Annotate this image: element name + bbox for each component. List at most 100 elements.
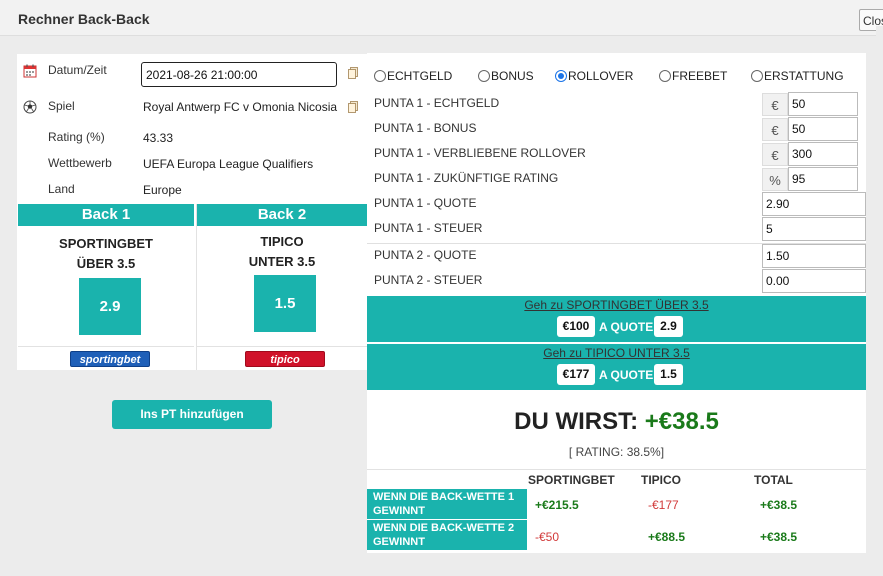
radio-circle-icon[interactable] (751, 70, 763, 82)
back2-tipico-value: +€88.5 (648, 530, 686, 544)
punta2-steuer-input[interactable] (762, 269, 866, 293)
sportingbet-logo[interactable]: sportingbet (70, 351, 150, 367)
match-value: Royal Antwerp FC v Omonia Nicosia (143, 100, 338, 114)
competition-value: UEFA Europa League Qualifiers (143, 157, 314, 171)
back2-odds[interactable]: 1.5 (254, 275, 316, 332)
window-scrollbar[interactable] (876, 26, 883, 576)
tipico-quote: 1.5 (654, 364, 683, 385)
competition-row: Wettbewerb UEFA Europa League Qualifiers (17, 151, 367, 175)
radio-freebet[interactable]: FREEBET (659, 69, 727, 83)
back1-tipico-value: -€177 (648, 498, 679, 512)
a-quote-label: A QUOTE (599, 320, 654, 334)
country-row: Land Europe (17, 177, 367, 201)
radio-label: FREEBET (672, 69, 728, 83)
future-rating-input[interactable] (788, 167, 858, 191)
back1-total-value: +€38.5 (760, 498, 798, 512)
radio-bonus[interactable]: BONUS (478, 69, 534, 83)
calculator-panel: ECHTGELD BONUS ROLLOVER FREEBET ERSTATTU… (367, 53, 866, 553)
result-label: DU WIRST: (514, 408, 639, 435)
field-future-rating: PUNTA 1 - ZUKÜNFTIGE RATING % (367, 167, 866, 192)
punta2-quote-input[interactable] (762, 244, 866, 268)
tipico-logo[interactable]: tipico (245, 351, 325, 367)
goto-sportingbet-link[interactable]: Geh zu SPORTINGBET ÜBER 3.5 (367, 298, 866, 312)
field-label: PUNTA 1 - VERBLIEBENE ROLLOVER (374, 146, 586, 160)
back2-bookmaker: TIPICO (260, 234, 304, 249)
rollover-input[interactable] (788, 142, 858, 166)
back2-sportingbet-value: -€50 (535, 530, 560, 544)
radio-rollover[interactable]: ROLLOVER (555, 69, 633, 83)
copy-match-icon[interactable] (348, 101, 358, 113)
rating-value: 43.33 (143, 131, 174, 145)
back1-sportingbet-value: +€215.5 (535, 498, 579, 512)
bonus-input[interactable] (788, 117, 858, 141)
col-header-total: TOTAL (754, 473, 793, 487)
bet-type-radios: ECHTGELD BONUS ROLLOVER FREEBET ERSTATTU… (367, 68, 866, 86)
percent-icon: % (762, 168, 788, 191)
back1-header: Back 1 (18, 204, 194, 226)
goto-sportingbet-band: Geh zu SPORTINGBET ÜBER 3.5 €100 A QUOTE… (367, 296, 866, 342)
back2-logo-row: tipico (197, 346, 367, 370)
punta1-quote-input[interactable] (762, 192, 866, 216)
field-label: PUNTA 1 - STEUER (374, 221, 483, 235)
add-to-pt-button[interactable]: Ins PT hinzufügen (112, 400, 272, 429)
field-punta1-quote: PUNTA 1 - QUOTE (367, 192, 866, 217)
field-bonus: PUNTA 1 - BONUS € (367, 117, 866, 142)
euro-icon: € (762, 93, 788, 116)
country-label: Land (48, 182, 75, 196)
radio-selected-icon[interactable] (555, 70, 567, 82)
radio-circle-icon[interactable] (659, 70, 671, 82)
dialog-titlebar: Rechner Back-Back Close (0, 0, 883, 36)
back1-bookmaker: SPORTINGBET (59, 236, 153, 251)
back1-card: Back 1 SPORTINGBET ÜBER 3.5 2.9 sporting… (18, 204, 194, 370)
rating-row: Rating (%) 43.33 (17, 125, 367, 149)
rating-label: Rating (%) (48, 130, 105, 144)
radio-label: ROLLOVER (568, 69, 634, 83)
field-label: PUNTA 1 - BONUS (374, 121, 477, 135)
date-label: Datum/Zeit (48, 63, 107, 77)
punta1-steuer-input[interactable] (762, 217, 866, 241)
radio-circle-icon[interactable] (374, 70, 386, 82)
field-label: PUNTA 2 - QUOTE (374, 248, 477, 262)
match-label: Spiel (48, 99, 75, 113)
column-divider (196, 204, 197, 370)
euro-icon: € (762, 143, 788, 166)
row-label-back1-wins: WENN DIE BACK-WETTE 1 GEWINNT (367, 489, 527, 519)
goto-tipico-band: Geh zu TIPICO UNTER 3.5 €177 A QUOTE 1.5 (367, 344, 866, 390)
field-punta1-steuer: PUNTA 1 - STEUER (367, 217, 866, 242)
euro-icon: € (762, 118, 788, 141)
back2-market: UNTER 3.5 (248, 254, 316, 269)
field-label: PUNTA 1 - ZUKÜNFTIGE RATING (374, 171, 559, 185)
profit-result: DU WIRST: +€38.5 (367, 408, 866, 436)
field-punta2-quote: PUNTA 2 - QUOTE (367, 244, 866, 269)
echtgeld-input[interactable] (788, 92, 858, 116)
copy-date-icon[interactable] (348, 67, 358, 79)
match-row: Spiel Royal Antwerp FC v Omonia Nicosia (17, 94, 367, 118)
result-divider (367, 469, 866, 470)
calendar-icon (23, 64, 37, 78)
back1-market: ÜBER 3.5 (76, 256, 136, 271)
tipico-stake: €177 (557, 364, 595, 385)
result-rating: [ RATING: 38.5%] (568, 445, 665, 459)
back1-logo-row: sportingbet (18, 346, 194, 370)
field-echtgeld: PUNTA 1 - ECHTGELD € (367, 92, 866, 117)
competition-label: Wettbewerb (48, 156, 112, 170)
sportingbet-quote: 2.9 (654, 316, 683, 337)
col-header-sportingbet: SPORTINGBET (528, 473, 615, 487)
radio-label: ECHTGELD (387, 69, 453, 83)
sportingbet-stake: €100 (557, 316, 595, 337)
col-header-tipico: TIPICO (641, 473, 682, 487)
country-value: Europe (143, 183, 182, 197)
date-input[interactable] (141, 62, 337, 87)
radio-erstattung[interactable]: ERSTATTUNG (751, 69, 844, 83)
dialog-title: Rechner Back-Back (18, 11, 150, 27)
date-row: Datum/Zeit (17, 58, 367, 87)
radio-circle-icon[interactable] (478, 70, 490, 82)
back2-card: Back 2 TIPICO UNTER 3.5 1.5 tipico (197, 204, 367, 370)
goto-tipico-link[interactable]: Geh zu TIPICO UNTER 3.5 (367, 346, 866, 360)
radio-echtgeld[interactable]: ECHTGELD (374, 69, 452, 83)
back1-odds[interactable]: 2.9 (79, 278, 141, 335)
a-quote-label: A QUOTE (599, 368, 654, 382)
field-label: PUNTA 1 - ECHTGELD (374, 96, 500, 110)
back2-total-value: +€38.5 (760, 530, 798, 544)
row-label-back2-wins: WENN DIE BACK-WETTE 2 GEWINNT (367, 520, 527, 550)
